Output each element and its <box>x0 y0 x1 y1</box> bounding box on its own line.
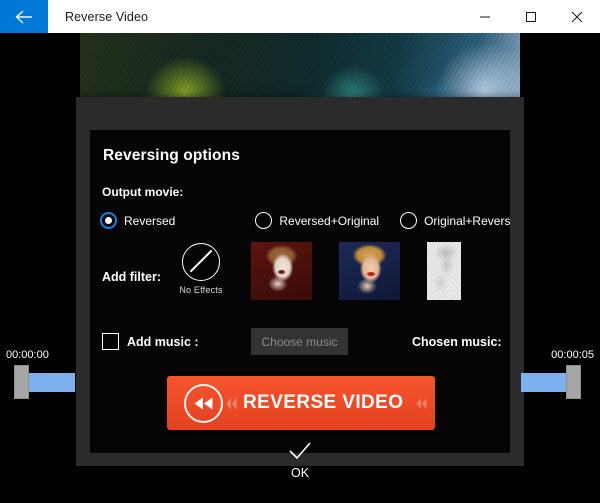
radio-label: Original+Reversed <box>424 213 510 228</box>
close-button[interactable] <box>554 0 600 33</box>
output-movie-radio-group: Reversed Reversed+Original Original+Reve… <box>100 212 510 229</box>
add-filter-label: Add filter: <box>102 270 162 284</box>
timeline-end-time: 00:00:05 <box>551 349 594 361</box>
rewind-ghost-icon-large <box>226 396 237 411</box>
timeline-handle-start[interactable] <box>14 365 29 399</box>
dialog-body: Reversing options Output movie: Reversed… <box>90 130 510 453</box>
filter-thumbnail-original[interactable] <box>339 242 400 300</box>
minimize-icon <box>479 11 491 23</box>
back-arrow-icon <box>14 9 34 25</box>
editor-stage: Reversing options Output movie: Reversed… <box>0 33 600 503</box>
timeline-handle-end[interactable] <box>566 365 581 399</box>
filter-thumbnail-negative[interactable] <box>251 242 312 300</box>
radio-label: Reversed <box>124 213 176 228</box>
rewind-ghost-icon-small <box>416 397 427 410</box>
ok-button[interactable]: OK <box>0 441 600 480</box>
app-window: Reverse Video Reversing options Output m… <box>0 0 600 503</box>
add-music-checkbox[interactable]: Add music : <box>102 333 199 350</box>
thumbnail-image <box>251 242 312 300</box>
reverse-video-label: REVERSE VIDEO <box>243 392 404 413</box>
output-movie-label: Output movie: <box>102 185 184 199</box>
back-button[interactable] <box>0 0 48 33</box>
checkbox-icon <box>102 333 119 350</box>
radio-mark-icon <box>100 212 117 229</box>
no-effects-caption: No Effects <box>179 285 223 295</box>
title-bar: Reverse Video <box>0 0 600 33</box>
rewind-icon <box>184 383 223 423</box>
thumbnail-image <box>339 242 400 300</box>
choose-music-button[interactable]: Choose music <box>251 328 348 355</box>
no-effects-icon <box>182 243 220 281</box>
reversing-options-dialog: Reversing options Output movie: Reversed… <box>76 97 524 466</box>
window-title: Reverse Video <box>65 9 149 24</box>
timeline-track-right[interactable] <box>521 373 566 392</box>
timeline-track-left[interactable] <box>29 373 75 392</box>
maximize-icon <box>525 11 537 23</box>
radio-option-original-reversed[interactable]: Original+Reversed <box>400 212 510 229</box>
timeline-start-time: 00:00:00 <box>6 349 49 361</box>
radio-mark-icon <box>255 212 273 229</box>
radio-mark-icon <box>400 212 418 229</box>
minimize-button[interactable] <box>462 0 508 33</box>
close-icon <box>571 11 583 23</box>
radio-label: Reversed+Original <box>279 213 380 228</box>
checkmark-icon <box>0 441 600 461</box>
filter-thumbnail-sketch[interactable] <box>427 242 461 300</box>
ok-label: OK <box>290 466 310 480</box>
thumbnail-image <box>427 242 461 300</box>
add-music-label: Add music : <box>127 334 199 349</box>
filter-option-no-effects[interactable]: No Effects <box>173 243 229 295</box>
chosen-music-label: Chosen music: <box>412 335 502 349</box>
reverse-video-button[interactable]: REVERSE VIDEO <box>167 376 435 430</box>
maximize-button[interactable] <box>508 0 554 33</box>
dialog-title: Reversing options <box>103 147 240 164</box>
radio-option-reversed[interactable]: Reversed <box>100 212 175 229</box>
window-controls <box>462 0 600 33</box>
radio-option-reversed-original[interactable]: Reversed+Original <box>255 212 379 229</box>
